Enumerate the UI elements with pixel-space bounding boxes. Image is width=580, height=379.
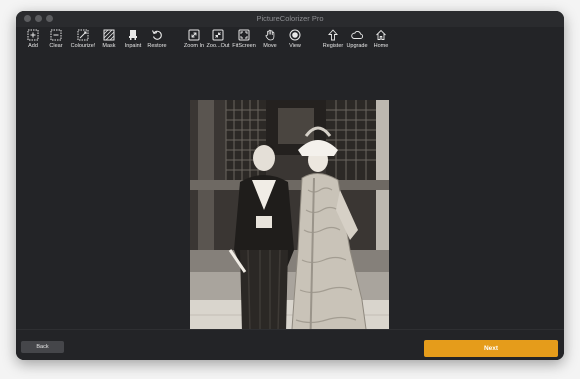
cloud-icon [351, 31, 363, 39]
hand-icon [265, 29, 275, 41]
add-label: Add [28, 43, 38, 49]
zoom-in-label: Zoom In [183, 43, 205, 49]
upload-arrow-icon [327, 29, 339, 41]
view-icon [289, 29, 301, 41]
colourize-icon [77, 29, 89, 41]
inpaint-icon [129, 30, 137, 40]
back-button[interactable]: Back [21, 341, 64, 353]
add-icon [27, 29, 39, 41]
restore-icon [152, 30, 162, 40]
move-label: Move [263, 43, 277, 49]
inpaint-label: Inpaint [124, 43, 142, 49]
window-title: PictureColorizer Pro [256, 14, 324, 23]
zoom-out-label: Zoo...Out [206, 43, 230, 49]
view-button[interactable]: View [280, 27, 310, 59]
image-canvas[interactable] [16, 60, 564, 360]
colourize-label: Colourize! [70, 43, 96, 49]
zoom-out-icon [212, 29, 224, 41]
upgrade-label: Upgrade [346, 43, 368, 49]
wedding-photo[interactable] [190, 100, 389, 360]
home-icon [376, 29, 386, 40]
mask-icon [103, 29, 115, 41]
restore-label: Restore [147, 43, 167, 49]
home-button[interactable]: Home [366, 27, 396, 59]
fit-screen-icon [238, 29, 250, 41]
view-label: View [289, 43, 301, 49]
restore-button[interactable]: Restore [142, 27, 172, 59]
home-label: Home [373, 43, 389, 49]
toolbar: Add Clear Colourize! Mask Inpaint Restor… [16, 27, 564, 75]
next-button[interactable]: Next [424, 340, 558, 357]
fit-screen-label: FitScreen [232, 43, 256, 49]
clear-label: Clear [49, 43, 63, 49]
zoom-in-icon [188, 29, 200, 41]
title-bar: PictureColorizer Pro [16, 11, 564, 27]
mask-label: Mask [102, 43, 116, 49]
clear-icon [50, 29, 62, 41]
register-label: Register [322, 43, 344, 49]
clear-button[interactable]: Clear [41, 27, 71, 59]
app-window: PictureColorizer Pro Add Clear Colourize… [16, 11, 564, 360]
bottom-bar: Back Next [16, 329, 564, 360]
wedding-photo-image [190, 100, 389, 360]
